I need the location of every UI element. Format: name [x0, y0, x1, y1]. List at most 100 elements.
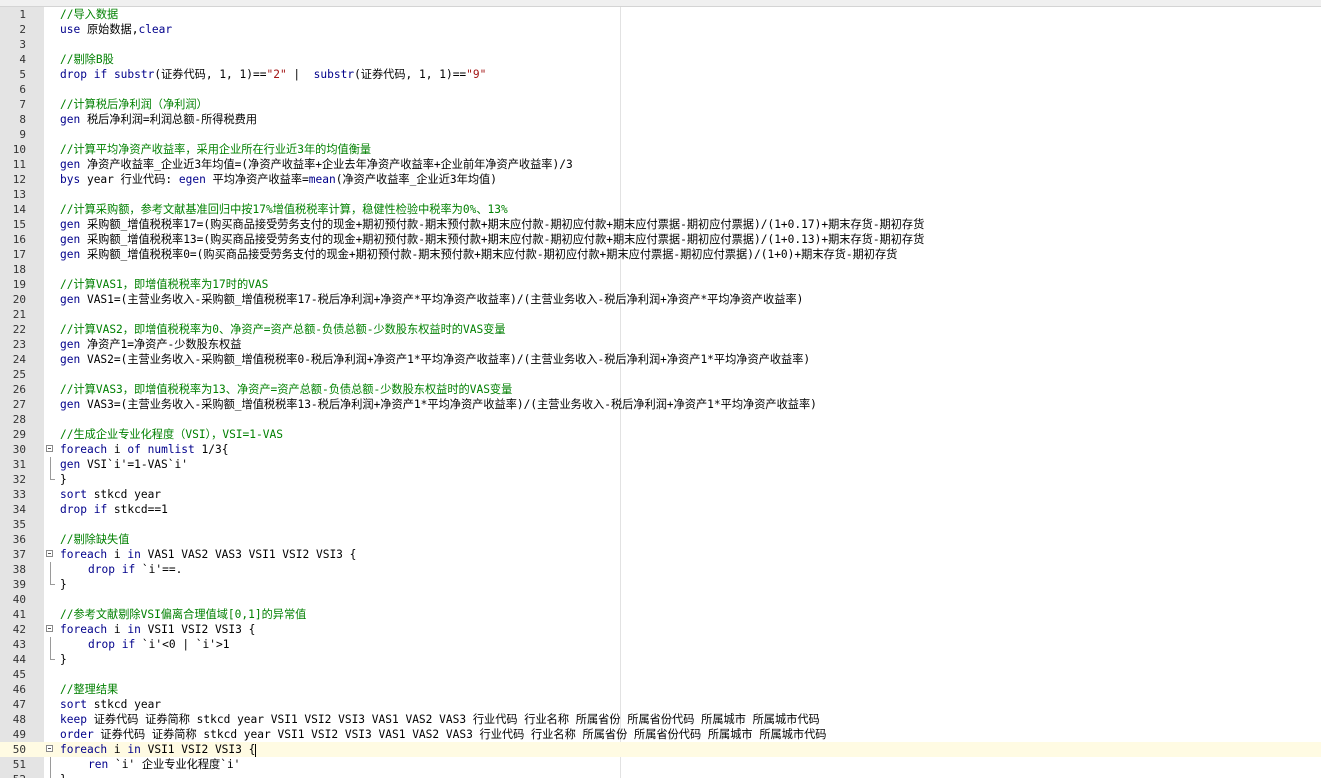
line-number: 2: [19, 23, 26, 36]
code-text: foreach i of numlist 1/3{: [60, 443, 229, 456]
line-number: 21: [12, 308, 26, 321]
line-number: 8: [19, 113, 26, 126]
code-line[interactable]: 14 //计算采购额，参考文献基准回归中按17%增值税税率计算，稳健性检验中税率为…: [0, 202, 1321, 217]
line-number: 51: [12, 758, 26, 771]
fold-toggle-icon[interactable]: [46, 745, 53, 752]
line-number: 45: [12, 668, 26, 681]
code-line[interactable]: 47 sort stkcd year: [0, 697, 1321, 712]
code-line[interactable]: 15 gen 采购额_增值税税率17=(购买商品接受劳务支付的现金+期初预付款-期…: [0, 217, 1321, 232]
fold-toggle-icon[interactable]: [46, 445, 53, 452]
code-line[interactable]: 34 drop if stkcd==1: [0, 502, 1321, 517]
code-line[interactable]: 31 gen VSI`i'=1-VAS`i': [0, 457, 1321, 472]
code-line[interactable]: 38 drop if `i'==.: [0, 562, 1321, 577]
fold-guide-icon: [46, 772, 55, 778]
code-line[interactable]: 3: [0, 37, 1321, 52]
code-line[interactable]: 51 ren `i' 企业专业化程度`i': [0, 757, 1321, 772]
code-line[interactable]: 45: [0, 667, 1321, 682]
code-line[interactable]: 17 gen 采购额_增值税税率0=(购买商品接受劳务支付的现金+期初预付款-期末…: [0, 247, 1321, 262]
code-text: keep 证券代码 证券简称 stkcd year VSI1 VSI2 VSI3…: [60, 713, 820, 726]
code-line[interactable]: 41 //参考文献剔除VSI偏离合理值域[0,1]的异常值: [0, 607, 1321, 622]
code-line[interactable]: 25: [0, 367, 1321, 382]
code-line[interactable]: 5 drop if substr(证券代码, 1, 1)=="2" | subst…: [0, 67, 1321, 82]
code-line[interactable]: 9: [0, 127, 1321, 142]
code-line[interactable]: 43 drop if `i'<0 | `i'>1: [0, 637, 1321, 652]
code-line[interactable]: 35: [0, 517, 1321, 532]
line-number: 26: [12, 383, 26, 396]
code-line[interactable]: 6: [0, 82, 1321, 97]
code-line[interactable]: 16 gen 采购额_增值税税率13=(购买商品接受劳务支付的现金+期初预付款-期…: [0, 232, 1321, 247]
code-line[interactable]: 24 gen VAS2=(主营业务收入-采购额_增值税税率0-税后净利润+净资产1…: [0, 352, 1321, 367]
code-line[interactable]: 52}: [0, 772, 1321, 778]
code-text: sort stkcd year: [60, 698, 162, 711]
line-number: 48: [12, 713, 26, 726]
code-line[interactable]: 30 foreach i of numlist 1/3{: [0, 442, 1321, 457]
line-number: 44: [12, 653, 26, 666]
comment-text: //计算采购额，参考文献基准回归中按17%增值税税率计算，稳健性检验中税率为0%…: [60, 203, 508, 216]
line-number: 31: [12, 458, 26, 471]
code-text: use 原始数据,clear: [60, 23, 173, 36]
code-text: gen VAS3=(主营业务收入-采购额_增值税税率13-税后净利润+净资产1*…: [60, 398, 817, 411]
code-editor[interactable]: 1 //导入数据 2 use 原始数据,clear 3 4//剔除B股 5 drop if s…: [0, 0, 1321, 778]
editor-lines[interactable]: 1 //导入数据 2 use 原始数据,clear 3 4//剔除B股 5 drop if s…: [0, 7, 1321, 778]
fold-toggle-icon[interactable]: [46, 625, 53, 632]
code-line[interactable]: 11 gen 净资产收益率_企业近3年均值=(净资产收益率+企业去年净资产收益率+…: [0, 157, 1321, 172]
code-line[interactable]: 4 //剔除B股: [0, 52, 1321, 67]
code-line[interactable]: 21: [0, 307, 1321, 322]
code-line[interactable]: 48 keep 证券代码 证券简称 stkcd year VSI1 VSI2 VS…: [0, 712, 1321, 727]
line-number: 41: [12, 608, 26, 621]
comment-text: //整理结果: [60, 683, 119, 696]
code-text: gen VSI`i'=1-VAS`i': [60, 458, 188, 471]
code-line[interactable]: 1 //导入数据: [0, 7, 1321, 22]
code-line[interactable]: 36 //剔除缺失值: [0, 532, 1321, 547]
code-line[interactable]: 33 sort stkcd year: [0, 487, 1321, 502]
line-number: 27: [12, 398, 26, 411]
comment-text: //计算VAS3，即增值税税率为13、净资产=资产总额-负债总额-少数股东权益时…: [60, 383, 513, 396]
line-number: 19: [12, 278, 26, 291]
code-line[interactable]: 37 foreach i in VAS1 VAS2 VAS3 VSI1 VSI2 …: [0, 547, 1321, 562]
comment-text: //导入数据: [60, 8, 119, 21]
line-number: 47: [12, 698, 26, 711]
code-line[interactable]: 42 foreach i in VSI1 VSI2 VSI3 {: [0, 622, 1321, 637]
fold-guide-icon: [46, 757, 55, 772]
code-line[interactable]: 44}: [0, 652, 1321, 667]
code-line[interactable]: 28: [0, 412, 1321, 427]
code-line[interactable]: 18: [0, 262, 1321, 277]
code-line[interactable]: 22 //计算VAS2，即增值税税率为0、净资产=资产总额-负债总额-少数股东权益…: [0, 322, 1321, 337]
code-line[interactable]: 7 //计算税后净利润（净利润）: [0, 97, 1321, 112]
code-line[interactable]: 49 order 证券代码 证券简称 stkcd year VSI1 VSI2 V…: [0, 727, 1321, 742]
code-text: }: [60, 578, 67, 591]
line-number: 11: [12, 158, 26, 171]
code-line[interactable]: 29 //生成企业专业化程度（VSI），VSI=1-VAS: [0, 427, 1321, 442]
line-number: 3: [19, 38, 26, 51]
line-number: 1: [19, 8, 26, 21]
code-line[interactable]: 8 gen 税后净利润=利润总额-所得税费用: [0, 112, 1321, 127]
line-number: 22: [12, 323, 26, 336]
code-line[interactable]: 13: [0, 187, 1321, 202]
line-number: 13: [12, 188, 26, 201]
comment-text: //剔除缺失值: [60, 533, 130, 546]
line-number: 20: [12, 293, 26, 306]
code-line[interactable]: 39}: [0, 577, 1321, 592]
code-line[interactable]: 40: [0, 592, 1321, 607]
code-line[interactable]: 12 bys year 行业代码: egen 平均净资产收益率=mean(净资产收…: [0, 172, 1321, 187]
code-line[interactable]: 32}: [0, 472, 1321, 487]
fold-guide-icon: [46, 472, 55, 487]
line-number: 52: [0, 772, 26, 778]
fold-toggle-icon[interactable]: [46, 550, 53, 557]
code-line[interactable]: 46 //整理结果: [0, 682, 1321, 697]
code-line[interactable]: 23 gen 净资产1=净资产-少数股东权益: [0, 337, 1321, 352]
code-line[interactable]: 10 //计算平均净资产收益率，采用企业所在行业近3年的均值衡量: [0, 142, 1321, 157]
code-text: }: [60, 772, 67, 778]
code-line[interactable]: 20 gen VAS1=(主营业务收入-采购额_增值税税率17-税后净利润+净资产…: [0, 292, 1321, 307]
code-line[interactable]: 27 gen VAS3=(主营业务收入-采购额_增值税税率13-税后净利润+净资产…: [0, 397, 1321, 412]
line-number: 38: [12, 563, 26, 576]
code-line[interactable]: 2 use 原始数据,clear: [0, 22, 1321, 37]
code-line[interactable]: 19 //计算VAS1，即增值税税率为17时的VAS: [0, 277, 1321, 292]
line-number: 29: [12, 428, 26, 441]
code-text: gen 税后净利润=利润总额-所得税费用: [60, 113, 258, 126]
code-line[interactable]: 26 //计算VAS3，即增值税税率为13、净资产=资产总额-负债总额-少数股东权…: [0, 382, 1321, 397]
code-line[interactable]: 50 foreach i in VSI1 VSI2 VSI3 {: [0, 742, 1321, 757]
line-number: 35: [12, 518, 26, 531]
line-number: 39: [12, 578, 26, 591]
line-number: 12: [12, 173, 26, 186]
